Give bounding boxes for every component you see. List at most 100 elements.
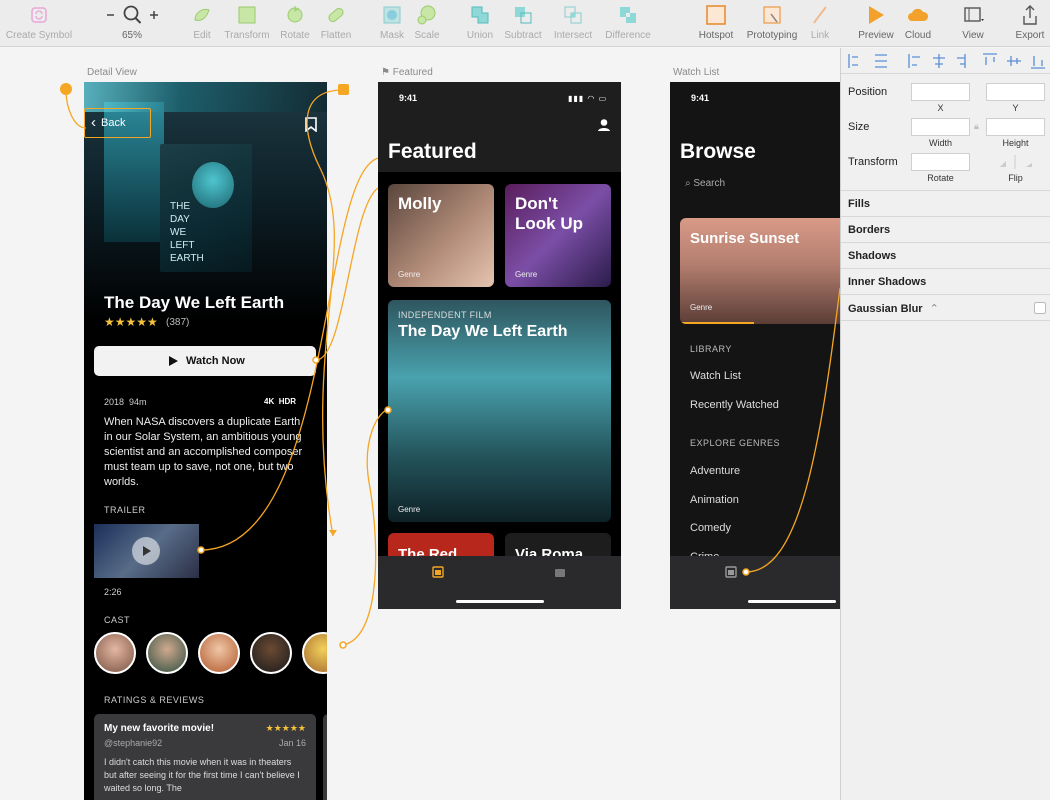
inner-shadows-section[interactable]: Inner Shadows — [841, 269, 1050, 295]
rotate-icon — [287, 6, 303, 23]
link-button[interactable]: Link — [806, 4, 834, 41]
mask-icon — [383, 6, 401, 24]
align-icons[interactable] — [841, 48, 1050, 74]
fills-section[interactable]: Fills — [841, 191, 1050, 217]
export-label: Export — [1015, 30, 1045, 41]
x-input[interactable] — [911, 83, 970, 101]
union-icon — [471, 6, 489, 24]
scale-icon — [417, 5, 436, 25]
x-label: X — [937, 103, 944, 113]
zoom-icon — [107, 5, 158, 24]
scale-label: Scale — [414, 30, 440, 41]
flatten-label: Flatten — [320, 30, 352, 41]
symbol-icon — [31, 7, 47, 23]
transform-icon — [238, 6, 256, 24]
link-handle[interactable] — [197, 546, 205, 554]
blur-checkbox[interactable] — [1034, 302, 1046, 314]
inner-shadows-label: Inner Shadows — [848, 276, 927, 288]
preview-label: Preview — [858, 30, 894, 41]
preview-button[interactable]: Preview — [854, 4, 898, 41]
size-label: Size — [848, 121, 870, 133]
difference-icon — [620, 7, 636, 23]
prototyping-button[interactable]: Prototyping — [742, 4, 802, 41]
prototyping-icon — [763, 6, 781, 24]
shadows-label: Shadows — [848, 250, 897, 262]
cloud-label: Cloud — [904, 30, 932, 41]
borders-section[interactable]: Borders — [841, 217, 1050, 243]
flip-buttons[interactable] — [986, 153, 1045, 171]
flip-label: Flip — [1008, 173, 1023, 183]
link-icon — [813, 6, 827, 24]
height-input[interactable] — [986, 118, 1045, 136]
view-button[interactable]: View — [956, 4, 990, 41]
hotspot-label: Hotspot — [698, 30, 734, 41]
flatten-icon — [328, 7, 344, 23]
y-label: Y — [1012, 103, 1019, 113]
link-handle[interactable] — [742, 568, 750, 576]
create-symbol-button[interactable]: Create Symbol — [4, 4, 74, 41]
edit-icon — [194, 9, 210, 21]
toolbar: Create Symbol 65% Edit Transform Rotate … — [0, 0, 1050, 47]
lock-icon[interactable]: 🔒︎ — [974, 121, 979, 132]
view-label: View — [962, 30, 984, 41]
intersect-label: Intersect — [553, 30, 593, 41]
union-button[interactable]: Union — [464, 4, 496, 41]
link-line — [65, 89, 87, 129]
width-input[interactable] — [911, 118, 970, 136]
link-handle[interactable] — [339, 641, 347, 649]
cloud-icon — [908, 8, 929, 21]
rotate-button[interactable]: Rotate — [278, 4, 312, 41]
rotate-input[interactable] — [911, 153, 970, 171]
rotate-label: Rotate — [280, 30, 310, 41]
difference-label: Difference — [605, 30, 651, 41]
link-origin-badge[interactable] — [60, 83, 72, 95]
borders-label: Borders — [848, 224, 891, 236]
alignment-bar — [841, 48, 1050, 74]
canvas[interactable]: Detail View ⚑ Featured Watch List ‹ Back… — [0, 48, 840, 800]
intersect-button[interactable]: Intersect — [550, 4, 596, 41]
union-label: Union — [466, 30, 494, 41]
rotate-label: Rotate — [927, 173, 954, 183]
intersect-icon — [564, 6, 582, 24]
link-handle[interactable] — [384, 406, 392, 414]
gaussian-blur-label: Gaussian Blur — [848, 303, 923, 315]
fills-label: Fills — [848, 198, 871, 210]
prototype-links — [60, 83, 840, 649]
transform-label: Transform — [848, 156, 898, 168]
edit-label: Edit — [193, 30, 211, 41]
shadows-section[interactable]: Shadows — [841, 243, 1050, 269]
link-label: Link — [810, 30, 830, 41]
play-icon — [869, 6, 884, 24]
y-input[interactable] — [986, 83, 1045, 101]
transform-button[interactable]: Transform — [222, 4, 272, 41]
hotspot-icon — [706, 5, 726, 25]
link-handle[interactable] — [312, 356, 320, 364]
export-icon — [1023, 5, 1037, 25]
link-arrow — [329, 530, 337, 536]
cloud-button[interactable]: Cloud — [900, 4, 936, 41]
stepper-icon[interactable]: ⌃ — [930, 303, 939, 315]
link-target-badge[interactable] — [338, 84, 349, 95]
zoom-control[interactable]: 65% — [104, 4, 160, 41]
create-symbol-label: Create Symbol — [5, 30, 73, 41]
subtract-icon — [515, 7, 532, 24]
subtract-label: Subtract — [504, 30, 542, 41]
mask-button[interactable]: Mask — [378, 4, 406, 41]
subtract-button[interactable]: Subtract — [500, 4, 546, 41]
scale-button[interactable]: Scale — [412, 4, 442, 41]
gaussian-blur-section[interactable]: Gaussian Blur ⌃ — [841, 295, 1050, 321]
transform-label: Transform — [224, 30, 270, 41]
inspector-panel: Position X Y Size 🔒︎ Width Height Transf… — [840, 48, 1050, 800]
position-label: Position — [848, 86, 888, 98]
flatten-button[interactable]: Flatten — [318, 4, 354, 41]
link-line — [200, 157, 379, 551]
view-icon — [964, 7, 984, 22]
flip-icon — [1000, 155, 1032, 169]
link-line — [745, 287, 840, 573]
export-button[interactable]: Export — [1012, 4, 1048, 41]
difference-button[interactable]: Difference — [602, 4, 654, 41]
height-label: Height — [1002, 138, 1029, 148]
hotspot-button[interactable]: Hotspot — [696, 4, 736, 41]
edit-button[interactable]: Edit — [186, 4, 218, 41]
width-label: Width — [928, 138, 952, 148]
